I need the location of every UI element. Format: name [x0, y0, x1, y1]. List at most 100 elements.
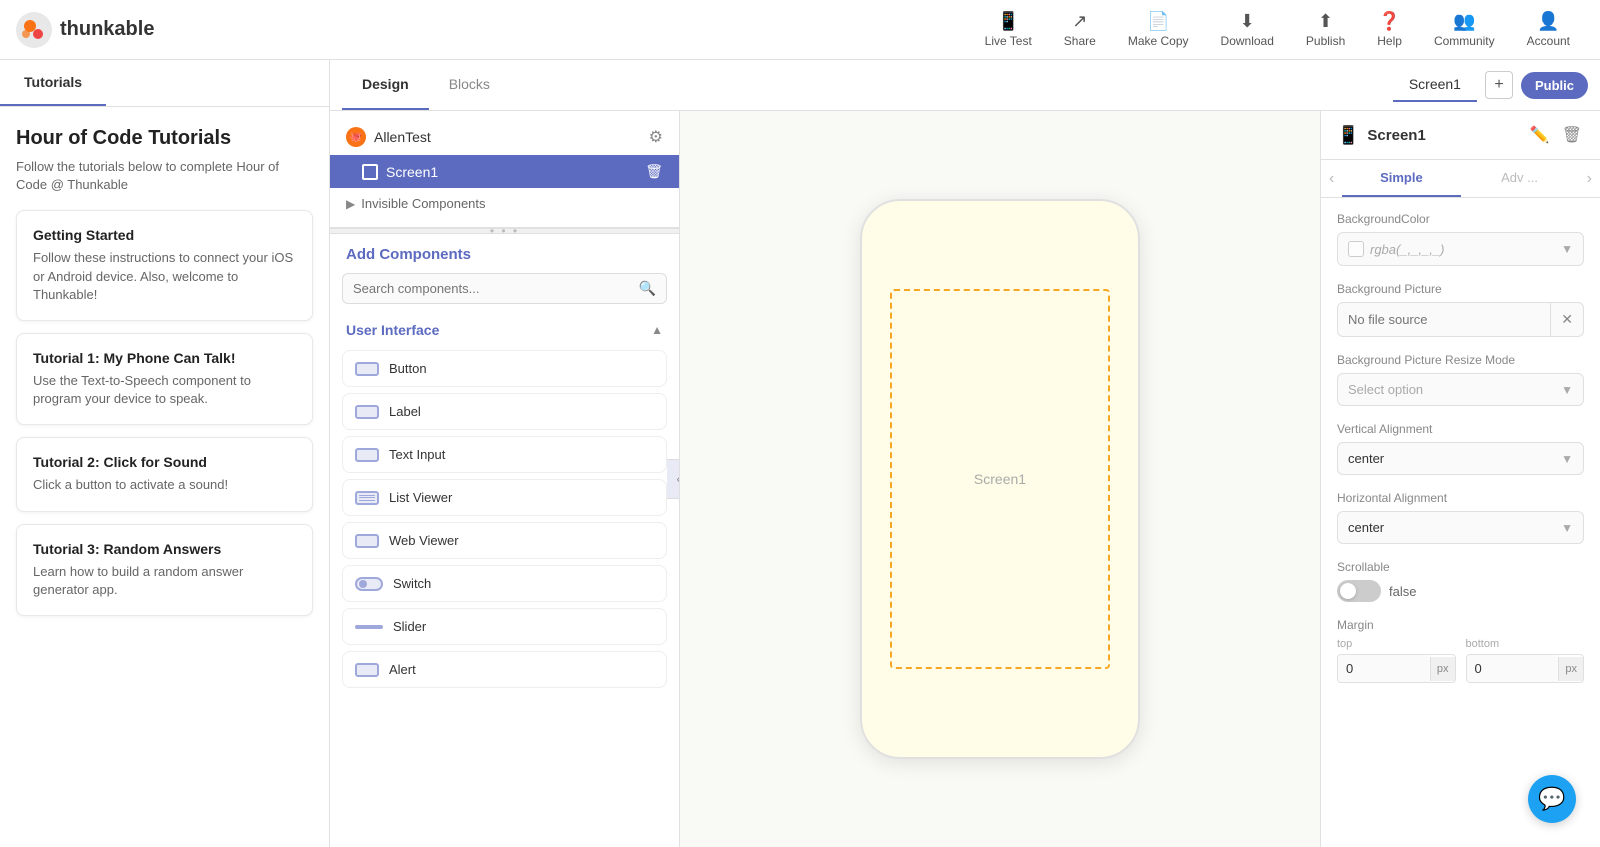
- tutorial-card-2[interactable]: Tutorial 2: Click for Sound Click a butt…: [16, 437, 313, 511]
- top-nav: thunkable 📱 Live Test ↗ Share 📄 Make Cop…: [0, 0, 1600, 60]
- collapse-panel-handle[interactable]: ‹: [667, 459, 680, 499]
- vertical-alignment-dropdown[interactable]: center ▼: [1337, 442, 1584, 475]
- add-screen-button[interactable]: +: [1485, 71, 1513, 99]
- horizontal-alignment-group: Horizontal Alignment center ▼: [1337, 491, 1584, 544]
- public-badge[interactable]: Public: [1521, 72, 1588, 99]
- chat-fab-button[interactable]: 💬: [1528, 775, 1576, 823]
- tutorial-card-1[interactable]: Tutorial 1: My Phone Can Talk! Use the T…: [16, 333, 313, 425]
- component-item-list-viewer[interactable]: List Viewer: [342, 479, 667, 516]
- component-item-list-viewer-label: List Viewer: [389, 490, 452, 505]
- editor-area: Design Blocks Screen1 + Public 🐙 AllenT: [330, 60, 1600, 847]
- scrollable-toggle[interactable]: [1337, 580, 1381, 602]
- screen-item-icon: [362, 164, 378, 180]
- tutorial-card-desc-3: Learn how to build a random answer gener…: [33, 563, 296, 599]
- bg-resize-mode-dropdown[interactable]: Select option ▼: [1337, 373, 1584, 406]
- advanced-tab[interactable]: Adv ...: [1461, 160, 1579, 197]
- tutorials-content: Hour of Code Tutorials Follow the tutori…: [0, 107, 329, 847]
- vertical-alignment-value: center: [1348, 451, 1384, 466]
- component-item-button[interactable]: Button: [342, 350, 667, 387]
- tutorials-header: Hour of Code Tutorials Follow the tutori…: [16, 127, 313, 194]
- account-nav[interactable]: 👤 Account: [1513, 5, 1584, 54]
- collapse-arrow-icon: ▶: [346, 197, 355, 211]
- component-item-label-label: Label: [389, 404, 421, 419]
- horizontal-alignment-label: Horizontal Alignment: [1337, 491, 1584, 505]
- blocks-tab[interactable]: Blocks: [429, 60, 510, 110]
- invisible-components[interactable]: ▶ Invisible Components: [330, 188, 679, 219]
- share-nav[interactable]: ↗ Share: [1050, 5, 1110, 54]
- component-item-alert[interactable]: Alert: [342, 651, 667, 688]
- scrollable-group: Scrollable false: [1337, 560, 1584, 602]
- simple-tab[interactable]: Simple: [1342, 160, 1460, 197]
- make-copy-label: Make Copy: [1128, 34, 1189, 48]
- ui-section-title: User Interface: [346, 322, 439, 338]
- horizontal-alignment-value: center: [1348, 520, 1384, 535]
- background-color-input[interactable]: rgba(_,_,_,_) ▼: [1337, 232, 1584, 266]
- scrollable-label: Scrollable: [1337, 560, 1584, 574]
- switch-component-icon: [355, 577, 383, 591]
- phone-screen-label: Screen1: [974, 471, 1026, 487]
- component-item-web-viewer[interactable]: Web Viewer: [342, 522, 667, 559]
- margin-bottom-item: bottom px: [1466, 638, 1585, 683]
- margin-bottom-input[interactable]: [1467, 655, 1559, 682]
- trash-icon[interactable]: 🗑: [1560, 123, 1584, 147]
- tutorial-card-title-3: Tutorial 3: Random Answers: [33, 541, 296, 557]
- right-panel-title: Screen1: [1367, 127, 1425, 144]
- search-components-bar: 🔍: [342, 273, 667, 304]
- live-test-label: Live Test: [985, 34, 1032, 48]
- screen-item[interactable]: Screen1 🗑: [330, 155, 679, 188]
- horizontal-alignment-chevron-icon: ▼: [1561, 521, 1573, 535]
- advanced-tab-dots: ...: [1527, 170, 1538, 185]
- margin-top-input[interactable]: [1338, 655, 1430, 682]
- tutorial-card-title-0: Getting Started: [33, 227, 296, 243]
- tutorial-card-3[interactable]: Tutorial 3: Random Answers Learn how to …: [16, 524, 313, 616]
- account-label: Account: [1527, 34, 1570, 48]
- props-nav-right-arrow-icon[interactable]: ›: [1583, 166, 1596, 192]
- help-icon: ❓: [1378, 11, 1400, 32]
- edit-icon[interactable]: ✏️: [1528, 123, 1552, 147]
- component-item-alert-label: Alert: [389, 662, 416, 677]
- add-components-section: Add Components 🔍 User Interface ▲ Button: [330, 234, 679, 847]
- file-source-clear-icon[interactable]: ✕: [1550, 303, 1583, 336]
- collapse-arrow-left-icon: ‹: [677, 472, 681, 486]
- community-label: Community: [1434, 34, 1495, 48]
- logo-area: thunkable: [16, 12, 154, 48]
- margin-bottom-unit: px: [1558, 657, 1583, 681]
- tutorial-card-desc-2: Click a button to activate a sound!: [33, 476, 296, 494]
- file-source-input[interactable]: [1338, 304, 1550, 335]
- component-item-web-viewer-label: Web Viewer: [389, 533, 459, 548]
- component-item-slider[interactable]: Slider: [342, 608, 667, 645]
- component-item-text-input[interactable]: Text Input: [342, 436, 667, 473]
- ui-section-header[interactable]: User Interface ▲: [342, 316, 667, 344]
- component-item-label[interactable]: Label: [342, 393, 667, 430]
- download-nav[interactable]: ⬇ Download: [1207, 5, 1288, 54]
- tutorials-tab-bar: Tutorials: [0, 60, 329, 107]
- props-content: BackgroundColor rgba(_,_,_,_) ▼ Backgrou…: [1321, 198, 1600, 847]
- component-item-text-input-label: Text Input: [389, 447, 445, 462]
- search-components-input[interactable]: [353, 281, 633, 296]
- web-viewer-component-icon: [355, 534, 379, 548]
- help-nav[interactable]: ❓ Help: [1363, 5, 1416, 54]
- scrollable-toggle-row: false: [1337, 580, 1584, 602]
- slider-component-icon: [355, 625, 383, 629]
- publish-nav[interactable]: ⬆ Publish: [1292, 5, 1359, 54]
- right-properties-panel: 📱 Screen1 ✏️ 🗑 ‹ Simple Adv ...: [1320, 111, 1600, 847]
- main-layout: Tutorials Hour of Code Tutorials Follow …: [0, 60, 1600, 847]
- right-panel-header: 📱 Screen1 ✏️ 🗑: [1321, 111, 1600, 160]
- make-copy-nav[interactable]: 📄 Make Copy: [1114, 5, 1203, 54]
- account-icon: 👤: [1537, 11, 1559, 32]
- horizontal-alignment-dropdown[interactable]: center ▼: [1337, 511, 1584, 544]
- screen1-tab[interactable]: Screen1: [1393, 68, 1477, 102]
- settings-gear-icon[interactable]: ⚙: [649, 127, 663, 147]
- design-tab[interactable]: Design: [342, 60, 429, 110]
- delete-screen-icon[interactable]: 🗑: [645, 163, 663, 180]
- props-nav-left-arrow-icon[interactable]: ‹: [1325, 166, 1338, 192]
- tutorials-title: Hour of Code Tutorials: [16, 127, 313, 150]
- live-test-nav[interactable]: 📱 Live Test: [971, 5, 1046, 54]
- component-item-switch-label: Switch: [393, 576, 431, 591]
- community-nav[interactable]: 👥 Community: [1420, 5, 1509, 54]
- component-item-switch[interactable]: Switch: [342, 565, 667, 602]
- tutorial-card-0[interactable]: Getting Started Follow these instruction…: [16, 210, 313, 321]
- tutorials-tab[interactable]: Tutorials: [0, 60, 106, 106]
- phone-outer: Screen1: [860, 199, 1140, 759]
- background-picture-label: Background Picture: [1337, 282, 1584, 296]
